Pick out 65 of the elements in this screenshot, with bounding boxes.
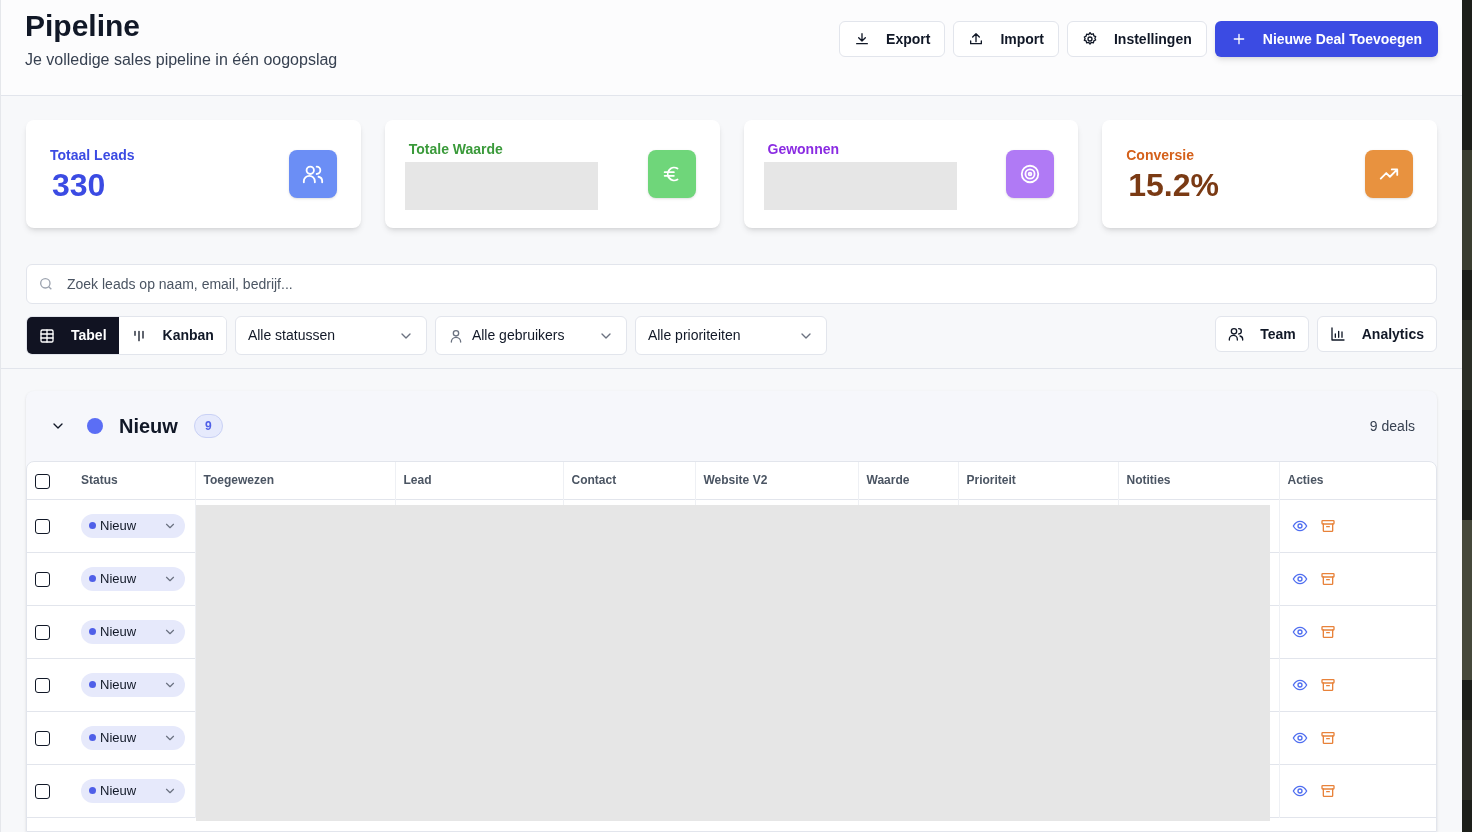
column-header: Waarde: [858, 462, 958, 499]
bar-chart-icon: [1329, 326, 1346, 342]
checkbox[interactable]: [35, 677, 50, 693]
checkbox[interactable]: [35, 473, 50, 489]
team-button[interactable]: Team: [1215, 316, 1309, 352]
deal-count: 9 deals: [1369, 416, 1415, 436]
column-header: Website V2: [695, 462, 858, 499]
target-icon: [1019, 163, 1042, 185]
archive-button[interactable]: [1319, 623, 1336, 640]
checkbox[interactable]: [35, 783, 50, 799]
upload-button[interactable]: Import: [953, 21, 1059, 57]
archive-button[interactable]: [1319, 676, 1336, 693]
checkbox[interactable]: [35, 518, 50, 534]
status-select[interactable]: Nieuw: [81, 619, 185, 644]
count-badge: 9: [193, 414, 223, 438]
search-field[interactable]: Zoek leads op naam, email, bedrijf...: [26, 264, 1437, 304]
archive-icon: [1319, 676, 1336, 693]
download-icon: [854, 31, 871, 47]
filter-select[interactable]: Alle statussen: [234, 316, 427, 355]
archive-icon: [1319, 570, 1336, 587]
filter-select[interactable]: Alle gebruikers: [434, 316, 627, 355]
stat-label: Totale Waarde: [408, 139, 504, 159]
filter-select[interactable]: Alle prioriteiten: [634, 316, 827, 355]
archive-icon: [1319, 623, 1336, 640]
add-deal-button[interactable]: Nieuwe Deal Toevoegen: [1214, 21, 1438, 57]
archive-button[interactable]: [1319, 729, 1336, 746]
download-button[interactable]: Export: [839, 21, 946, 57]
stat-label: Gewonnen: [767, 139, 841, 159]
column-header: Toegewezen: [195, 462, 395, 499]
analytics-button[interactable]: Analytics: [1316, 316, 1437, 352]
status-select[interactable]: Nieuw: [81, 566, 185, 591]
stat-value: 15.2%: [1128, 165, 1219, 204]
column-header: Contact: [563, 462, 695, 499]
archive-button[interactable]: [1319, 517, 1336, 534]
archive-button[interactable]: [1319, 782, 1336, 799]
column-header: Acties: [1279, 462, 1436, 499]
settings-button[interactable]: Instellingen: [1066, 21, 1207, 57]
page-subtitle: Je volledige sales pipeline in één oogopslag: [25, 50, 338, 70]
archive-icon: [1319, 729, 1336, 746]
checkbox[interactable]: [35, 730, 50, 746]
view-tab[interactable]: Tabel: [27, 317, 119, 354]
column-header: Prioriteit: [958, 462, 1118, 499]
status-select[interactable]: Nieuw: [81, 778, 185, 803]
column-header: Status: [73, 462, 195, 499]
status-select[interactable]: Nieuw: [81, 672, 185, 697]
search-icon: [38, 276, 54, 292]
stat-value: 330: [52, 165, 107, 204]
page-title: Pipeline: [25, 8, 142, 44]
stat-label: Conversie: [1126, 145, 1195, 165]
column-header: Notities: [1118, 462, 1279, 499]
column-header: Lead: [395, 462, 563, 499]
table-icon: [39, 327, 55, 344]
status-select[interactable]: Nieuw: [81, 513, 185, 538]
archive-button[interactable]: [1319, 570, 1336, 587]
status-select[interactable]: Nieuw: [81, 725, 185, 750]
users-icon: [1228, 326, 1245, 342]
archive-icon: [1319, 517, 1336, 534]
checkbox[interactable]: [35, 571, 50, 587]
settings-icon: [1081, 31, 1098, 47]
archive-icon: [1319, 782, 1336, 799]
stat-label: Totaal Leads: [50, 145, 135, 165]
group-title: Nieuw: [119, 414, 178, 439]
upload-icon: [968, 31, 985, 47]
checkbox[interactable]: [35, 624, 50, 640]
users-icon: [301, 163, 324, 185]
